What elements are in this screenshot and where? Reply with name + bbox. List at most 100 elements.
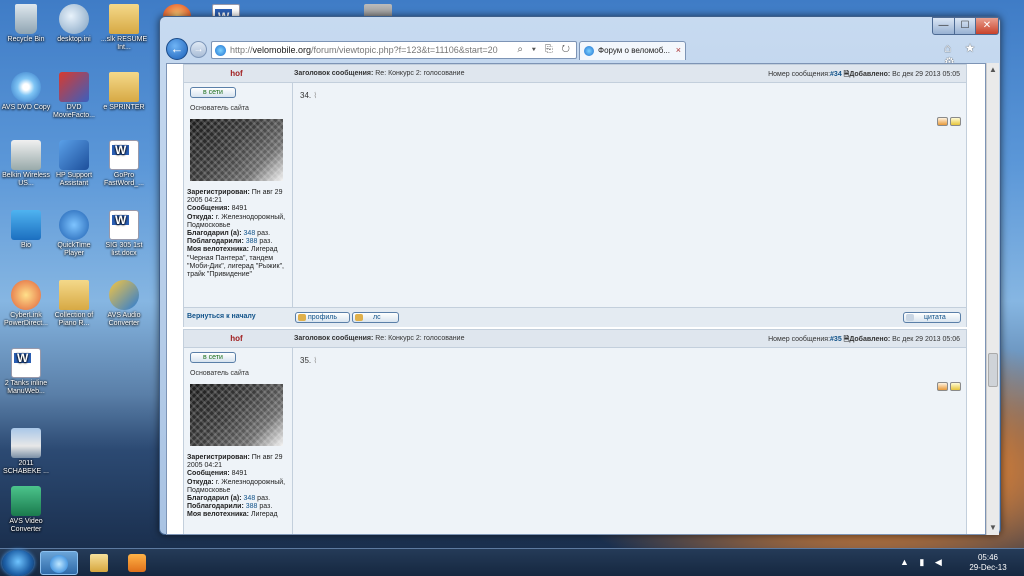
- scroll-down-icon[interactable]: ▼: [987, 521, 999, 535]
- desktop-icon-sprinter[interactable]: e SPRINTER: [98, 72, 150, 112]
- desktop-icon-avs-video[interactable]: AVS Video Converter: [0, 486, 52, 534]
- scroll-thumb[interactable]: [988, 353, 998, 387]
- desktop-icon-label: GoPro FastWord_...: [104, 172, 144, 187]
- desktop-icon-cyberlink[interactable]: CyberLink PowerDirect...: [0, 280, 52, 328]
- avs-audio-icon: [109, 280, 139, 310]
- word-doc-icon: [11, 348, 41, 378]
- loading-image-icon: ⌇: [313, 356, 318, 365]
- desktop-icon-label: desktop.ini: [57, 36, 91, 43]
- post-date: Вс дек 29 2013 05:05: [892, 71, 960, 78]
- post-meta: Номер сообщения:#34 🗎Добавлено: Вс дек 2…: [768, 70, 960, 81]
- address-bar[interactable]: http://velomobile.org/forum/viewtopic.ph…: [211, 41, 577, 59]
- url-host: velomobile.org: [252, 45, 312, 55]
- post-number-label: Номер сообщения:: [768, 71, 831, 78]
- desktop-icon-dvd-moviefactory[interactable]: DVD MovieFacto...: [48, 72, 100, 120]
- post-divider: [292, 83, 293, 307]
- desktop-icon-sig-doc[interactable]: SIG 305 1st list.docx: [98, 210, 150, 258]
- folder-icon: [59, 280, 89, 310]
- thanked-link[interactable]: 348: [244, 495, 256, 502]
- desktop-icon-resume-folder[interactable]: ...slk RESUME Int...: [98, 4, 150, 52]
- word-doc-icon: [109, 140, 139, 170]
- avatar[interactable]: [190, 119, 283, 181]
- taskbar-internet-explorer[interactable]: [40, 551, 78, 575]
- avatar[interactable]: [190, 384, 283, 446]
- back-to-top-link[interactable]: Вернуться к началу: [187, 313, 256, 320]
- desktop-icon-label: 2 Tanks inline ManuWeb...: [4, 380, 48, 395]
- maximize-button[interactable]: ☐: [954, 17, 976, 35]
- forward-button[interactable]: →: [190, 41, 207, 58]
- clock[interactable]: 05:46 29-Dec-13: [960, 553, 1016, 573]
- desktop-icon-tanks-doc[interactable]: 2 Tanks inline ManuWeb...: [0, 348, 52, 396]
- desktop-icon-desktop-ini[interactable]: desktop.ini: [48, 4, 100, 44]
- desktop-icon-label: Bio: [20, 242, 32, 249]
- post-profile-panel: в сети Основатель сайта Зарегистрирован:…: [184, 65, 292, 307]
- tab-close-icon[interactable]: ×: [676, 42, 681, 59]
- thanked-suffix: раз.: [257, 230, 271, 238]
- info-icon[interactable]: [950, 117, 961, 126]
- user-profile-info: Зарегистрирован: Пн авг 29 2005 04:21 Со…: [187, 454, 290, 520]
- post-body: 35. ⌇: [300, 356, 317, 365]
- vertical-scrollbar[interactable]: ▲ ▼: [986, 63, 999, 535]
- thanks-suffix: раз.: [259, 503, 273, 511]
- profile-button[interactable]: профиль: [295, 312, 350, 323]
- post-body: 34. ⌇: [300, 91, 317, 100]
- network-file-icon: [59, 4, 89, 34]
- url-text[interactable]: http://velomobile.org/forum/viewtopic.ph…: [230, 45, 498, 55]
- desktop-icon-label: QuickTime Player: [57, 242, 91, 257]
- close-window-button[interactable]: ✕: [975, 17, 999, 35]
- url-prefix: http://: [230, 45, 253, 55]
- clock-time: 05:46: [977, 553, 999, 562]
- added-label: Добавлено:: [849, 336, 891, 343]
- from-label: Откуда:: [187, 213, 214, 221]
- thanked-suffix: раз.: [257, 495, 271, 503]
- thanks-link[interactable]: 388: [246, 238, 258, 245]
- desktop-icon-recycle-bin[interactable]: Recycle Bin: [0, 4, 52, 44]
- start-button[interactable]: [2, 550, 34, 576]
- subject-text: Re: Конкурс 2: голосование: [375, 335, 465, 342]
- scroll-up-icon[interactable]: ▲: [987, 63, 999, 77]
- taskbar-explorer[interactable]: [80, 551, 118, 575]
- taskbar-media-player[interactable]: [118, 551, 156, 575]
- info-icon[interactable]: [950, 382, 961, 391]
- messages-label: Сообщения:: [187, 205, 230, 213]
- address-tools-icons[interactable]: ⌕ ▾ ⎘ ↻: [517, 44, 573, 55]
- report-icon[interactable]: [937, 117, 948, 126]
- tab-forum[interactable]: Форум о веломоб... ×: [579, 41, 686, 60]
- desktop-icon-label: SIG 305 1st list.docx: [105, 242, 143, 257]
- desktop-icon-label: AVS Video Converter: [9, 518, 43, 533]
- desktop-icon-hp-support[interactable]: HP Support Assistant: [48, 140, 100, 188]
- post-actions: [935, 117, 961, 128]
- desktop-icon-bio[interactable]: Bio: [0, 210, 52, 250]
- bio-icon: [11, 210, 41, 240]
- thanked-label: Благодарил (а):: [187, 230, 242, 238]
- post-number-link[interactable]: #35: [830, 336, 842, 343]
- post-actions: [935, 382, 961, 393]
- quote-button[interactable]: цитата: [903, 312, 961, 323]
- desktop-icon-schabeke[interactable]: 2011 SCHABEKE ...: [0, 428, 52, 476]
- minimize-button[interactable]: —: [932, 17, 955, 35]
- desktop-icon-avs-audio[interactable]: AVS Audio Converter: [98, 280, 150, 328]
- subject-label: Заголовок сообщения:: [294, 335, 374, 342]
- system-tray-icons[interactable]: ▲ ▮ ◀: [900, 557, 946, 568]
- thanked-link[interactable]: 348: [244, 230, 256, 237]
- desktop-icon-piano-folder[interactable]: Collection of Piano R...: [48, 280, 100, 328]
- back-button[interactable]: ←: [166, 38, 188, 60]
- desktop-icon-belkin[interactable]: Belkin Wireless US...: [0, 140, 52, 188]
- thanks-suffix: раз.: [259, 238, 273, 246]
- clock-date: 29-Dec-13: [969, 563, 1007, 572]
- post-meta: Номер сообщения:#35 🗎Добавлено: Вс дек 2…: [768, 335, 960, 346]
- folder-icon: [109, 4, 139, 34]
- report-icon[interactable]: [937, 382, 948, 391]
- desktop-icon-label: Recycle Bin: [7, 36, 45, 43]
- quote-icon: [906, 314, 914, 321]
- post-number-link[interactable]: #34: [830, 71, 842, 78]
- thanks-label: Поблагодарили:: [187, 503, 244, 511]
- messages-value: 8491: [231, 470, 248, 478]
- profile-button-label: профиль: [308, 314, 337, 321]
- thanks-link[interactable]: 388: [246, 503, 258, 510]
- word-doc-icon: [109, 210, 139, 240]
- desktop-icon-avs-dvd-copy[interactable]: AVS DVD Copy: [0, 72, 52, 112]
- pm-button[interactable]: лс: [352, 312, 399, 323]
- desktop-icon-quicktime[interactable]: QuickTime Player: [48, 210, 100, 258]
- desktop-icon-gopro-doc[interactable]: GoPro FastWord_...: [98, 140, 150, 188]
